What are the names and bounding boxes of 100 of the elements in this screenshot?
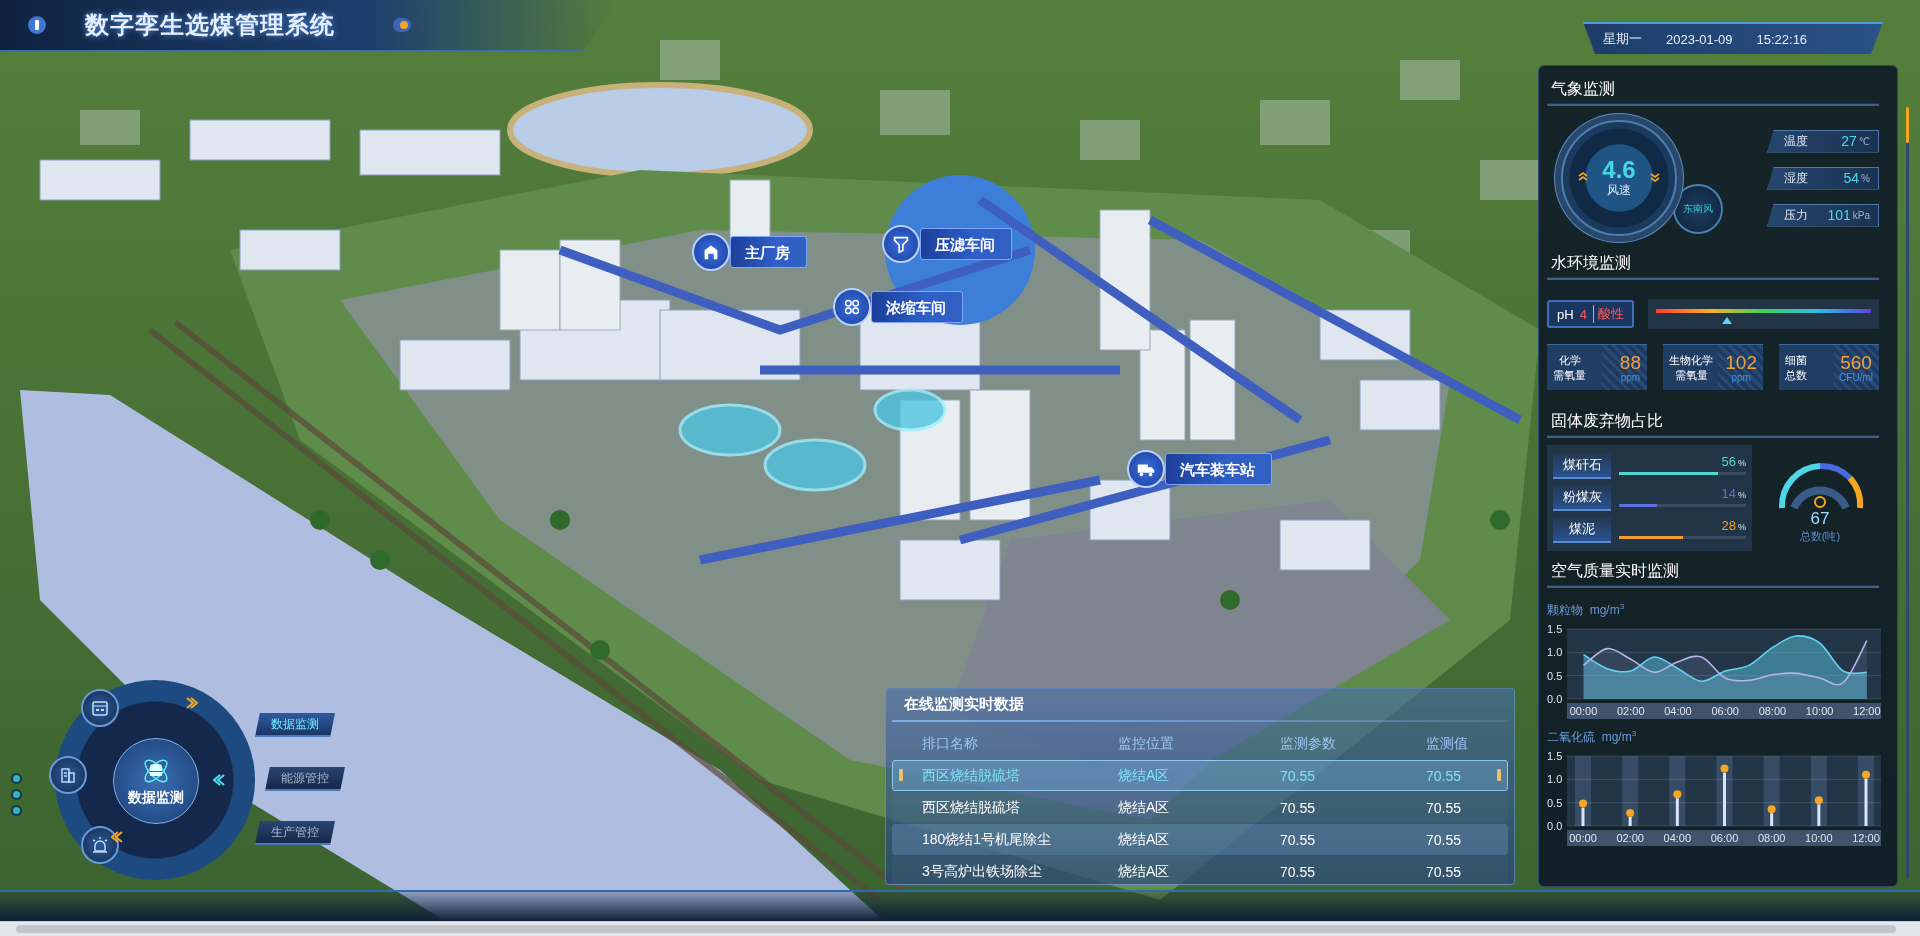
location-label[interactable]: 压滤车间	[920, 228, 1012, 260]
pager-dot[interactable]	[13, 775, 20, 782]
chart-title: 二氧化硫 mg/m$^{3}$	[1547, 729, 1638, 746]
axis-tick-label: 02:00	[1617, 705, 1645, 717]
schedule-button[interactable]	[81, 689, 119, 727]
tree	[310, 510, 330, 530]
chevron-icon	[110, 830, 124, 844]
alarm-button[interactable]	[81, 826, 119, 864]
axis-tick-label: 1.5	[1547, 750, 1563, 762]
vertical-scrollbar[interactable]	[1906, 107, 1909, 143]
wind-direction-label: 东南风	[1683, 202, 1713, 216]
table-cell-text: 烧结A区	[1118, 830, 1171, 849]
column-header: 排口名称	[922, 734, 979, 753]
nav-button[interactable]: 数据监测	[255, 713, 335, 737]
stat-value: 101	[1827, 207, 1851, 223]
tree	[1490, 510, 1510, 530]
table-row[interactable]: 西区烧结脱硫塔 烧结A区 70.55 70.55	[892, 792, 1508, 823]
table-cell-text: 70.55	[1280, 767, 1317, 784]
metric-label: 需氧量	[1674, 367, 1708, 382]
table-cell-text: 70.55	[1426, 799, 1463, 816]
axis-tick-label: 12:00	[1853, 705, 1881, 717]
silo	[729, 179, 771, 241]
table-cell-text: 180烧结1号机尾除尘	[922, 830, 1053, 849]
tree	[1220, 590, 1240, 610]
table-row[interactable]: 180烧结1号机尾除尘 烧结A区 70.55 70.55	[892, 824, 1508, 855]
chart-title: 颗粒物 mg/m$^{3}$	[1547, 602, 1626, 619]
data-point	[1673, 790, 1682, 799]
location-label[interactable]: 浓缩车间	[871, 291, 963, 323]
section-title: 空气质量实时监测	[1551, 561, 1679, 581]
table-cell-text: 西区烧结脱硫塔	[922, 766, 1021, 785]
tree	[590, 640, 610, 660]
column-header: 监控位置	[1118, 734, 1175, 753]
nav-hub[interactable]: 数据监测	[113, 738, 199, 824]
fog-block	[660, 40, 720, 80]
stat-unit: %	[1861, 172, 1870, 184]
tree	[370, 550, 390, 570]
location-label[interactable]: 主厂房	[730, 236, 807, 268]
wind-speed-value: 4.6	[1602, 157, 1636, 182]
selection-marker	[899, 769, 903, 781]
hub-label: 数据监测	[128, 789, 184, 807]
time-label: 15:22:16	[1756, 31, 1808, 47]
axis-tick-label: 0.0	[1547, 820, 1563, 832]
pager-dot[interactable]	[13, 791, 20, 798]
axis-tick-label: 1.5	[1547, 623, 1563, 635]
app-title: 数字孪生选煤管理系统	[85, 10, 335, 40]
metric-value: 88	[1619, 352, 1641, 372]
ph-label: pH	[1557, 306, 1574, 322]
wind-speed-label: 风速	[1607, 181, 1631, 199]
location-label[interactable]: 汽车装车站	[1165, 453, 1272, 485]
panel-title: 在线监测实时数据	[904, 695, 1025, 714]
axis-tick-label: 0.0	[1547, 693, 1563, 705]
axis-tick-label: 04:00	[1664, 705, 1692, 717]
metric-value: 102	[1725, 352, 1757, 372]
total-value: 67	[1810, 510, 1830, 529]
metric-label: 总数	[1785, 367, 1807, 382]
nav-button[interactable]: 能源管控	[265, 767, 345, 791]
data-point	[1579, 799, 1587, 808]
table-cell-text: 70.55	[1280, 831, 1317, 848]
pager-dot[interactable]	[13, 807, 20, 814]
waste-label: 煤矸石	[1553, 453, 1611, 479]
metric-label: 需氧量	[1553, 367, 1586, 382]
chevron-icon	[212, 773, 226, 787]
column-header: 监测参数	[1280, 734, 1337, 753]
stat-label: 湿度	[1784, 169, 1808, 187]
stat-value: 54	[1843, 170, 1860, 186]
axis-tick-label: 06:00	[1711, 705, 1739, 717]
fog-block	[1480, 160, 1540, 200]
horizontal-scrollbar[interactable]	[0, 921, 1920, 936]
building-button[interactable]	[49, 756, 87, 794]
axis-tick-label: 00:00	[1569, 832, 1597, 844]
total-label: 总数(吨)	[1799, 528, 1841, 544]
table-cell-text: 70.55	[1280, 863, 1317, 880]
axis-tick-label: 12:00	[1852, 832, 1880, 844]
table-cell-text: 70.55	[1280, 799, 1317, 816]
stat-unit: ℃	[1858, 135, 1870, 147]
alarm-light-icon	[90, 835, 110, 855]
axis-tick-label: 0.5	[1547, 796, 1563, 809]
ph-value: 4	[1579, 306, 1587, 322]
table-cell-text: 3号高炉出铁场除尘	[922, 862, 1043, 881]
axis-tick-label: 08:00	[1757, 832, 1786, 844]
waste-percent: 28%	[1720, 518, 1746, 533]
section-title: 水环境监测	[1551, 253, 1631, 273]
chevron-icon	[1577, 171, 1589, 183]
nav-button[interactable]: 生产管控	[255, 821, 335, 845]
metric-unit: ppm	[1731, 371, 1751, 383]
axis-tick-label: 02:00	[1616, 832, 1644, 844]
stat-value: 27	[1841, 133, 1857, 149]
stat-unit: kPa	[1852, 209, 1870, 221]
data-point	[1767, 805, 1776, 814]
data-point	[1862, 770, 1870, 779]
table-row[interactable]: 3号高炉出铁场除尘 烧结A区 70.55 70.55	[892, 856, 1508, 887]
weekday-label: 星期一	[1603, 30, 1642, 48]
calendar-icon	[90, 698, 110, 718]
table-cell-text: 70.55	[1426, 863, 1463, 880]
waste-label: 煤泥	[1553, 517, 1611, 543]
axis-tick-label: 00:00	[1569, 705, 1598, 717]
table-cell-text: 烧结A区	[1118, 766, 1171, 785]
axis-tick-label: 1.0	[1547, 773, 1563, 786]
stat-label: 温度	[1784, 132, 1808, 150]
waste-percent: 56%	[1720, 454, 1746, 469]
